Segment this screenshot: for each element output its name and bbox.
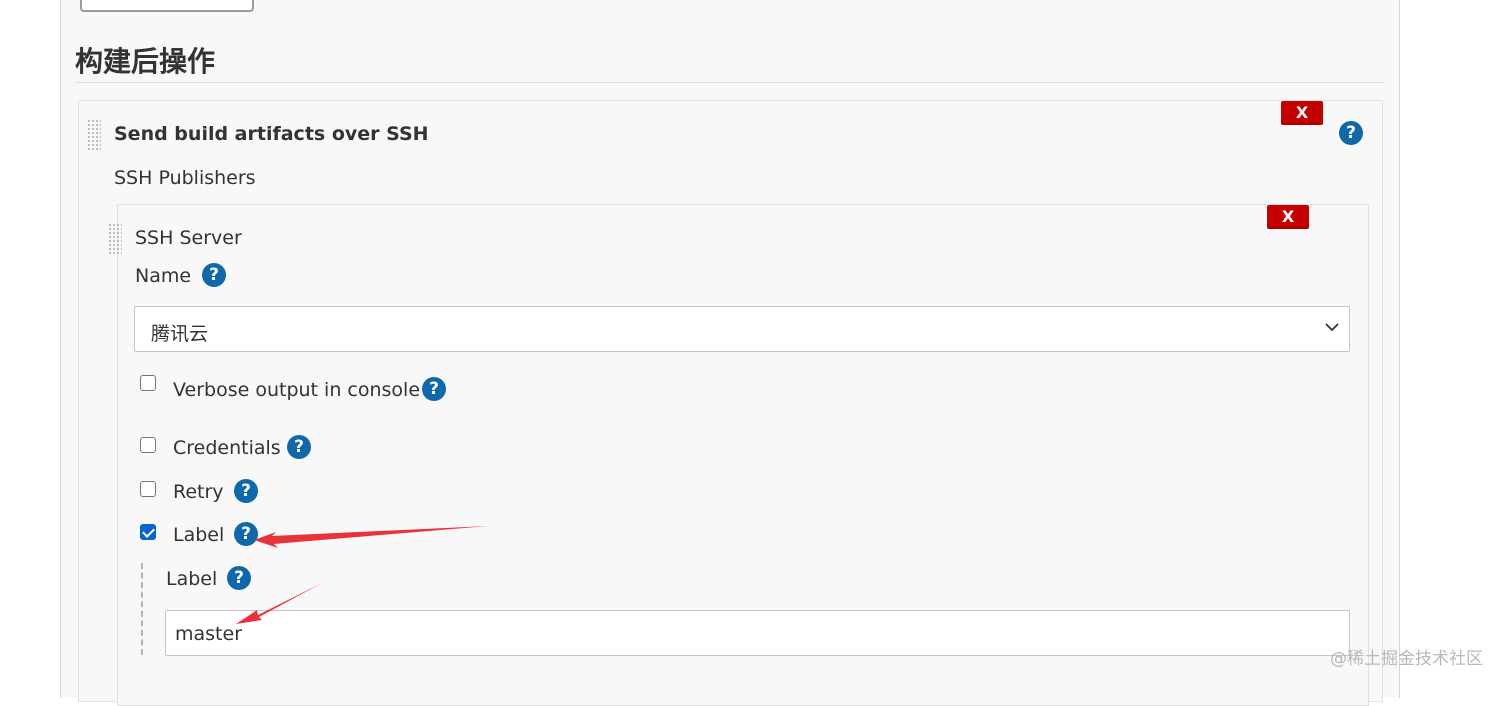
watermark: @稀土掘金技术社区 — [1330, 649, 1483, 669]
annotation-arrows — [236, 526, 488, 624]
annotation-arrow — [236, 583, 322, 624]
annotation-arrow — [254, 526, 488, 548]
